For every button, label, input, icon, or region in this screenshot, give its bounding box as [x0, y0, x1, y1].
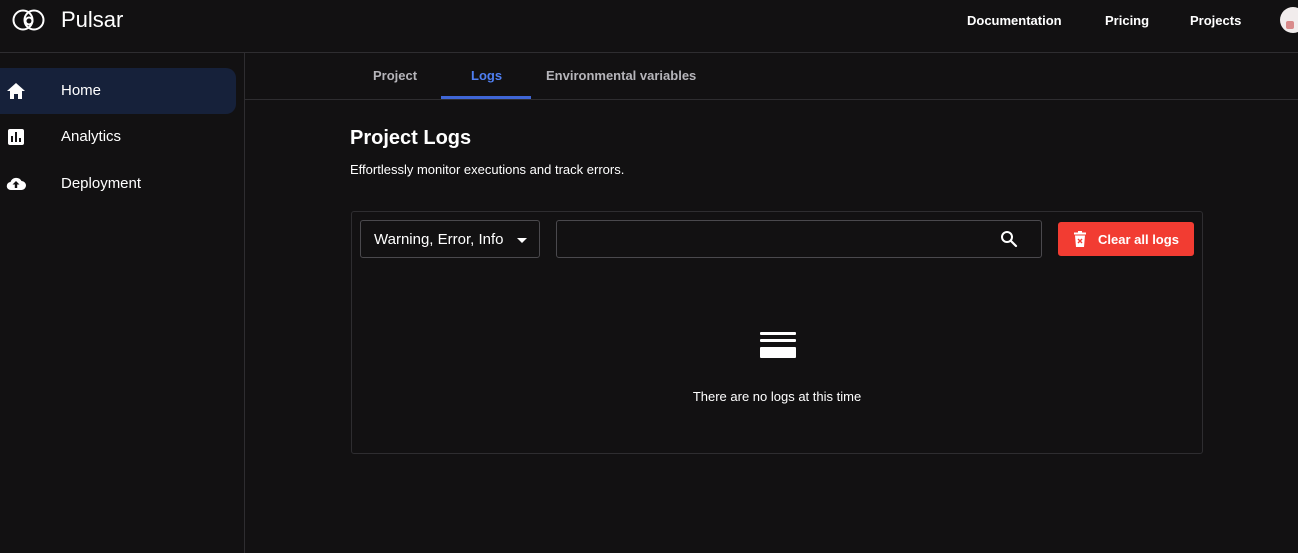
tab-bar: Project Logs Environmental variables: [245, 53, 1298, 100]
tab-project[interactable]: Project: [373, 68, 417, 83]
user-avatar[interactable]: [1280, 7, 1298, 33]
trash-icon: [1074, 231, 1086, 247]
sidebar-item-deployment[interactable]: Deployment: [0, 161, 236, 207]
pulsar-logo-icon[interactable]: [12, 8, 46, 32]
search-input[interactable]: [557, 221, 987, 257]
nav-projects[interactable]: Projects: [1190, 13, 1241, 28]
sidebar-item-label: Deployment: [61, 175, 142, 192]
tab-logs[interactable]: Logs: [471, 68, 502, 83]
home-icon: [7, 83, 25, 99]
active-tab-indicator: [441, 96, 531, 99]
nav-pricing[interactable]: Pricing: [1105, 13, 1149, 28]
logs-panel: Warning, Error, Info Clear all logs Ther…: [351, 211, 1203, 454]
cloud-upload-icon: [6, 177, 26, 191]
analytics-icon: [8, 129, 24, 145]
log-search: [556, 220, 1042, 258]
clear-all-logs-button[interactable]: Clear all logs: [1058, 222, 1194, 256]
page-title: Project Logs: [350, 127, 472, 149]
sidebar-item-analytics[interactable]: Analytics: [0, 114, 236, 160]
caret-down-icon: [517, 238, 527, 243]
log-level-dropdown[interactable]: Warning, Error, Info: [360, 220, 540, 258]
sidebar-item-label: Analytics: [61, 128, 122, 145]
search-icon[interactable]: [1000, 230, 1018, 248]
log-level-value: Warning, Error, Info: [374, 231, 504, 248]
top-bar: Pulsar Documentation Pricing Projects: [0, 0, 1298, 53]
clear-all-logs-label: Clear all logs: [1098, 232, 1179, 247]
sidebar-item-label: Home: [61, 82, 102, 99]
tab-environmental-variables[interactable]: Environmental variables: [546, 68, 696, 83]
empty-state-message: There are no logs at this time: [692, 389, 862, 404]
brand-name[interactable]: Pulsar: [61, 7, 123, 33]
page-subtitle: Effortlessly monitor executions and trac…: [350, 162, 625, 177]
sidebar-item-home[interactable]: Home: [0, 68, 236, 114]
empty-logs-icon: [760, 332, 796, 358]
nav-documentation[interactable]: Documentation: [967, 13, 1062, 28]
sidebar: Home Analytics Deployment: [0, 53, 245, 553]
